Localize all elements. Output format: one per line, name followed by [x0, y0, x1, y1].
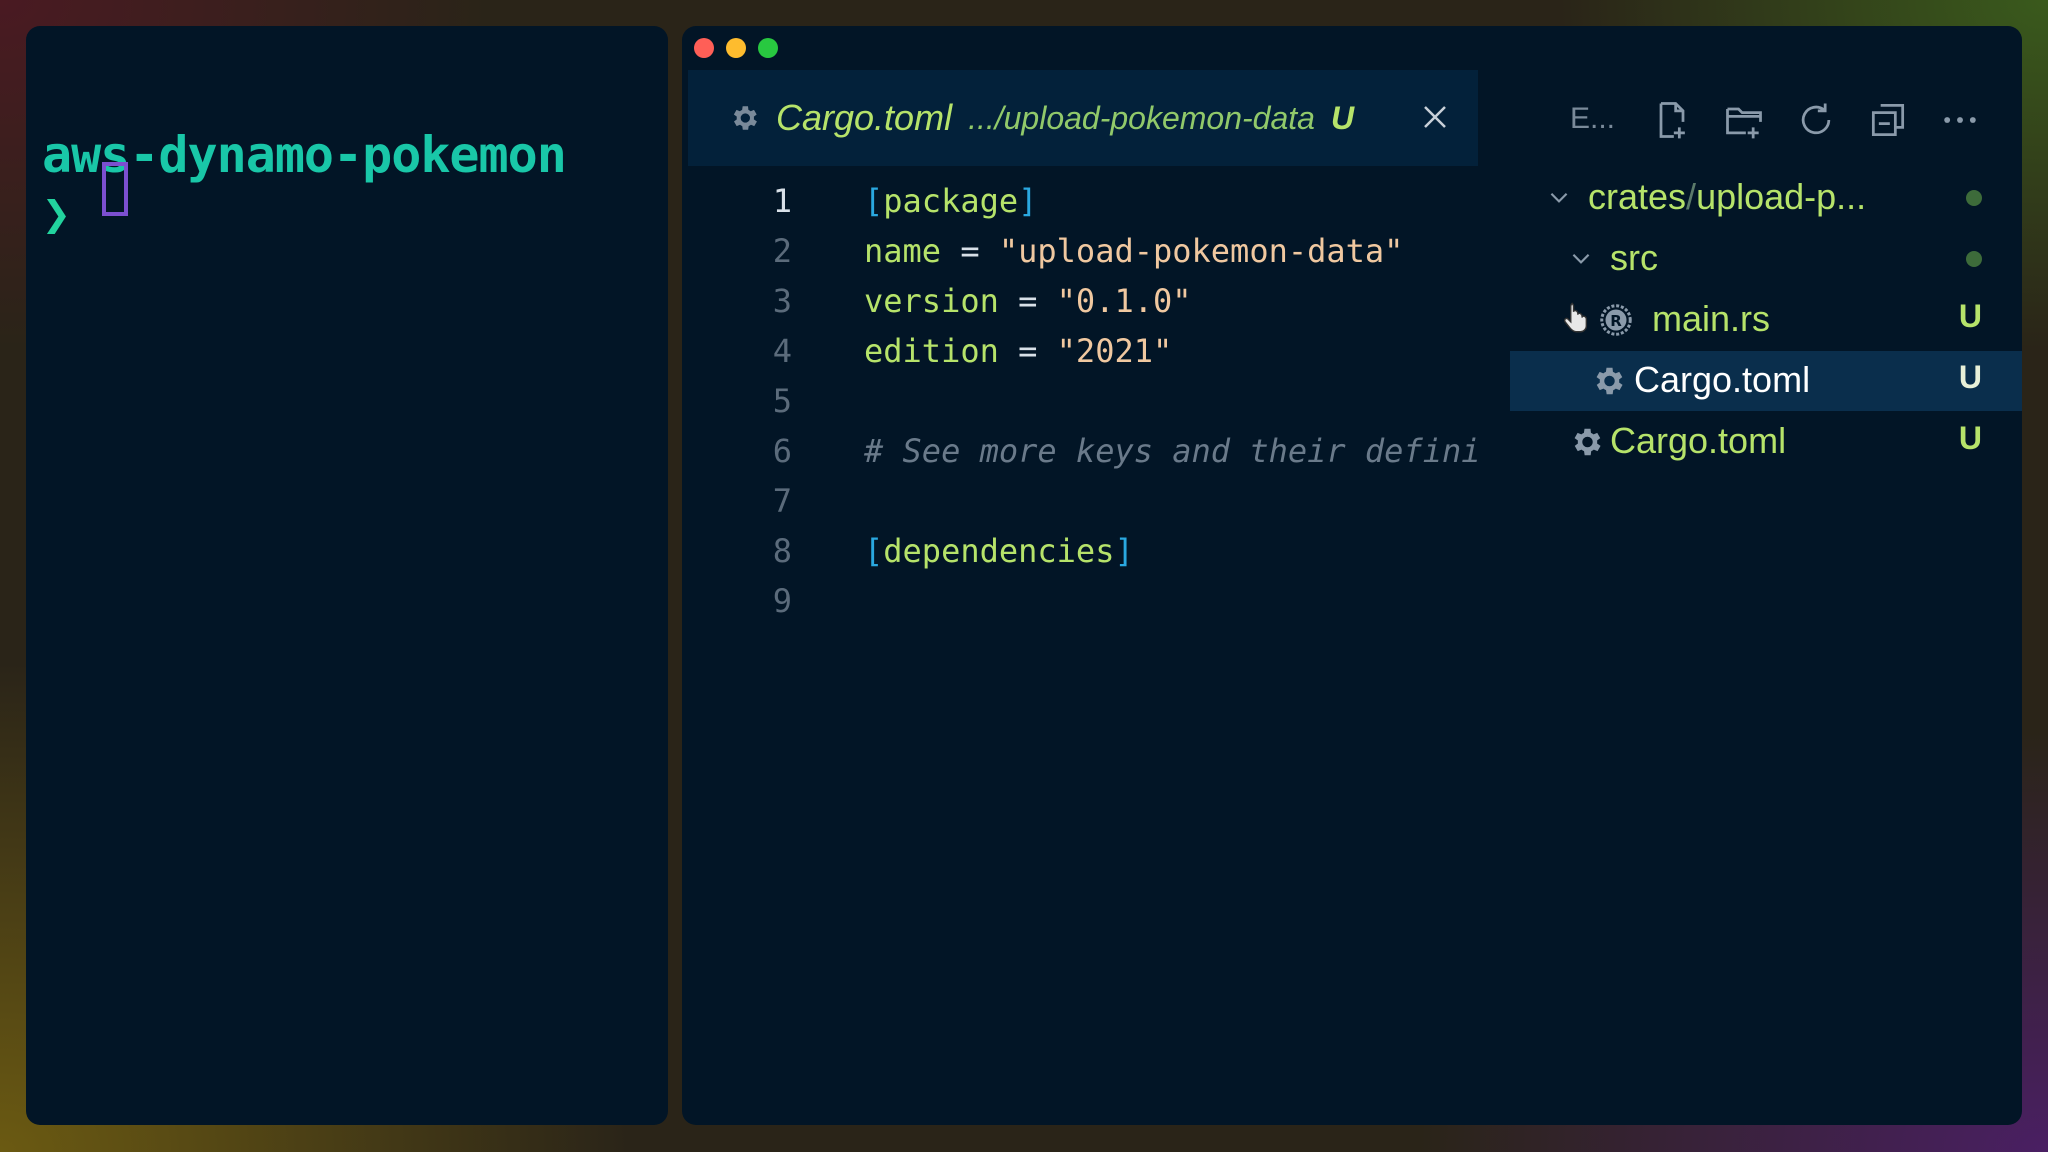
- tree-item-label: crates: [1588, 176, 1687, 217]
- line-number: 9: [772, 582, 792, 620]
- tree-item-label: Cargo.toml: [1634, 359, 1811, 400]
- terminal-cursor[interactable]: [102, 162, 128, 216]
- code-line: 9: [682, 576, 1512, 626]
- tree-item-src-folder[interactable]: src: [1510, 229, 2022, 289]
- code-line: 1 [package]: [682, 176, 1512, 226]
- line-number: 2: [772, 232, 792, 270]
- line-number: 3: [772, 282, 792, 320]
- line-number: 6: [772, 432, 792, 470]
- chevron-down-icon: [1550, 192, 1568, 203]
- section-header: dependencies: [883, 532, 1115, 570]
- tree-item-cargo-toml-root[interactable]: Cargo.toml U: [1510, 412, 2022, 472]
- tab-filename: Cargo.toml: [776, 97, 953, 138]
- untracked-badge: U: [1958, 420, 1982, 456]
- chevron-down-icon: [1572, 253, 1590, 264]
- terminal-prompt-symbol: ❯: [42, 186, 71, 242]
- code-comment: # See more keys and their defini: [864, 432, 1481, 470]
- editor-window: Cargo.toml .../upload-pokemon-data U 1 […: [682, 26, 2022, 1125]
- new-folder-icon[interactable]: [1722, 98, 1766, 142]
- svg-text:R: R: [1610, 312, 1622, 330]
- gear-icon: [733, 106, 757, 130]
- code-line: 4 edition = "2021": [682, 326, 1512, 376]
- code-line: 5: [682, 376, 1512, 426]
- line-number: 4: [772, 332, 792, 370]
- gear-icon: [1574, 428, 1601, 456]
- tree-item-label: main.rs: [1652, 298, 1771, 339]
- rust-icon: R: [1600, 304, 1632, 336]
- line-number: 1: [772, 182, 792, 220]
- tree-item-crates-folder[interactable]: crates/upload-p...: [1510, 168, 2022, 228]
- maximize-window-button[interactable]: [758, 38, 778, 58]
- new-file-icon[interactable]: [1650, 98, 1694, 142]
- minimize-window-button[interactable]: [726, 38, 746, 58]
- tab-status-badge: U: [1330, 99, 1355, 136]
- tree-item-main-rs[interactable]: R main.rs U: [1510, 290, 2022, 350]
- modified-dot: [1966, 190, 1982, 206]
- terminal-panel[interactable]: aws-dynamo-pokemon ❯: [26, 26, 668, 1125]
- line-number: 8: [772, 532, 792, 570]
- tab-cargo-toml[interactable]: Cargo.toml .../upload-pokemon-data U: [688, 70, 1478, 166]
- tree-item-label: src: [1610, 237, 1658, 278]
- tree-item-label: Cargo.toml: [1610, 420, 1787, 461]
- code-line: 6 # See more keys and their defini: [682, 426, 1512, 476]
- tree-item-cargo-toml-selected[interactable]: Cargo.toml U: [1510, 351, 2022, 411]
- line-number: 7: [772, 482, 792, 520]
- explorer-title: E...: [1570, 102, 1616, 135]
- section-header: package: [883, 182, 1019, 220]
- code-line: 2 name = "upload-pokemon-data": [682, 226, 1512, 276]
- code-editor[interactable]: 1 [package] 2 name = "upload-pokemon-dat…: [682, 176, 1512, 676]
- untracked-badge: U: [1958, 359, 1982, 395]
- tree-item-label: upload-p...: [1696, 176, 1867, 217]
- code-line: 7: [682, 476, 1512, 526]
- collapse-all-icon[interactable]: [1866, 98, 1910, 142]
- close-icon[interactable]: [1420, 102, 1450, 132]
- modified-dot: [1966, 251, 1982, 267]
- more-icon[interactable]: [1938, 98, 1982, 142]
- untracked-badge: U: [1958, 298, 1982, 334]
- refresh-icon[interactable]: [1794, 98, 1838, 142]
- close-window-button[interactable]: [694, 38, 714, 58]
- gear-icon: [1596, 367, 1623, 395]
- pointer-cursor-icon: [1564, 302, 1588, 333]
- line-number: 5: [772, 382, 792, 420]
- code-line: 8 [dependencies]: [682, 526, 1512, 576]
- tab-path: .../upload-pokemon-data: [968, 99, 1315, 136]
- code-line: 3 version = "0.1.0": [682, 276, 1512, 326]
